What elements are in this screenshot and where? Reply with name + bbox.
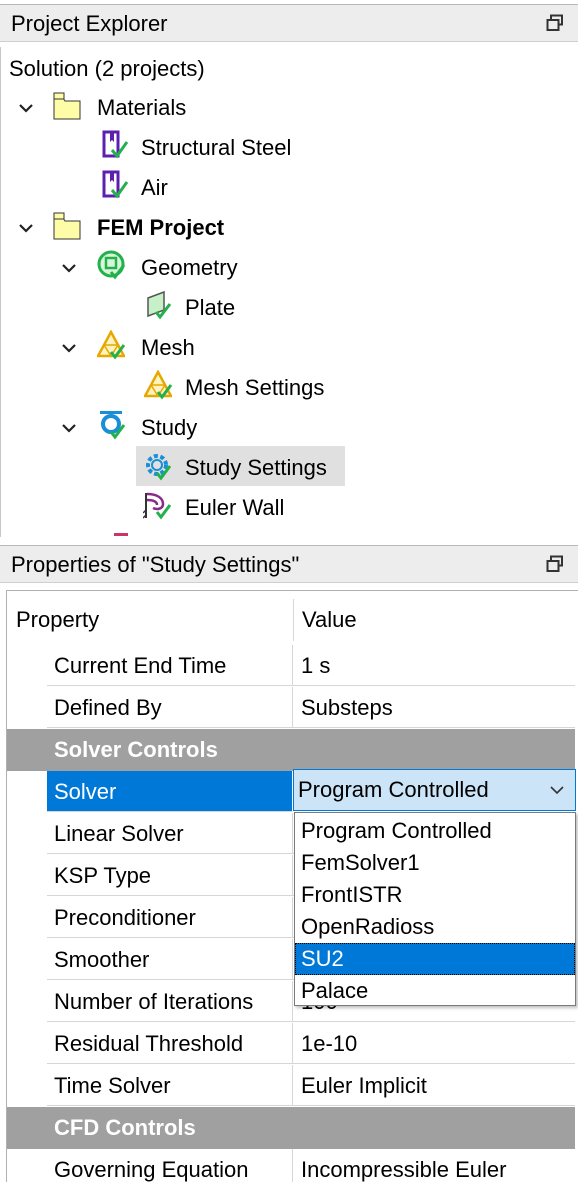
property-name-solver: Solver [47,771,293,812]
project-explorer-header: Project Explorer [0,4,578,42]
float-window-icon[interactable] [546,555,564,573]
dropdown-option[interactable]: FrontISTR [295,879,575,911]
property-name: Linear Solver [47,813,293,854]
properties-title: Properties of "Study Settings" [11,552,300,577]
property-row[interactable]: Defined By Substeps [7,687,575,729]
group-header-solver-controls[interactable]: Solver Controls [7,729,575,771]
property-name: Current End Time [47,645,293,686]
tree-node-plate[interactable]: Plate [185,290,235,326]
property-value[interactable]: Euler Implicit [293,1065,575,1106]
chevron-down-icon[interactable] [18,100,34,116]
solution-node[interactable]: Solution (2 projects) [9,51,205,87]
solver-select[interactable]: Program Controlled [293,769,576,811]
geometry-icon [97,250,125,280]
mesh-icon [97,330,125,360]
property-value[interactable]: 1 s [293,645,575,686]
solver-select-value: Program Controlled [298,777,489,802]
property-name: Defined By [47,687,293,728]
dropdown-option[interactable]: FemSolver1 [295,847,575,879]
tree-node-fem-project[interactable]: FEM Project [97,210,224,246]
property-name: Residual Threshold [47,1023,293,1064]
property-value[interactable]: Substeps [293,687,575,728]
dropdown-option[interactable]: OpenRadioss [295,911,575,943]
column-divider [293,599,294,641]
material-icon [102,130,129,159]
study-settings-gear-icon [146,454,171,481]
property-name: Governing Equation [47,1149,293,1182]
float-window-icon[interactable] [546,14,564,32]
chevron-down-icon[interactable] [550,785,564,795]
property-value[interactable]: 1e-10 [293,1023,575,1064]
folder-icon [53,92,81,120]
grid-header-row: Property Value [7,599,575,641]
group-label: CFD Controls [54,1115,196,1140]
properties-header: Properties of "Study Settings" [0,545,578,583]
tree-node-geometry[interactable]: Geometry [141,250,238,286]
folder-icon [53,212,81,240]
property-row[interactable]: Time Solver Euler Implicit [7,1065,575,1107]
tree-node-air[interactable]: Air [141,170,168,206]
chevron-down-icon[interactable] [61,260,77,276]
group-header-cfd-controls[interactable]: CFD Controls [7,1107,575,1149]
tree-node-mesh[interactable]: Mesh [141,330,195,366]
property-name: Smoother [47,939,293,980]
chevron-down-icon[interactable] [61,420,77,436]
clipped-tree-item-icon [114,533,128,536]
tree-node-materials[interactable]: Materials [97,90,186,126]
dropdown-option-highlighted[interactable]: SU2 [295,943,575,975]
property-value[interactable]: Incompressible Euler [293,1149,575,1182]
property-name: Time Solver [47,1065,293,1106]
tree-node-study[interactable]: Study [141,410,197,446]
property-row[interactable]: Governing Equation Incompressible Euler [7,1149,575,1182]
property-row[interactable]: Residual Threshold 1e-10 [7,1023,575,1065]
chevron-down-icon[interactable] [18,220,34,236]
property-row[interactable]: Current End Time 1 s [7,645,575,687]
property-name: KSP Type [47,855,293,896]
project-explorer-title: Project Explorer [11,11,168,36]
tree-node-mesh-settings[interactable]: Mesh Settings [185,370,324,406]
dropdown-option[interactable]: Program Controlled [295,815,575,847]
property-name: Preconditioner [47,897,293,938]
dropdown-option[interactable]: Palace [295,975,575,1007]
solver-dropdown-list: Program Controlled FemSolver1 FrontISTR … [294,812,576,1006]
chevron-down-icon[interactable] [61,340,77,356]
tree-node-structural-steel[interactable]: Structural Steel [141,130,291,166]
tree-node-study-settings[interactable]: Study Settings [185,450,327,486]
group-label: Solver Controls [54,737,218,762]
column-header-property: Property [16,607,100,632]
tree-node-euler-wall[interactable]: Euler Wall [185,490,284,526]
material-icon [102,170,129,199]
column-header-value: Value [302,607,357,632]
study-icon [100,411,125,440]
property-name: Number of Iterations [47,981,293,1022]
mesh-settings-icon [144,370,172,400]
project-tree: Solution (2 projects) Materials Structur… [0,47,578,537]
plate-icon [147,290,172,320]
property-row-solver[interactable]: Solver Program Controlled [7,769,576,813]
euler-wall-icon [143,492,171,520]
